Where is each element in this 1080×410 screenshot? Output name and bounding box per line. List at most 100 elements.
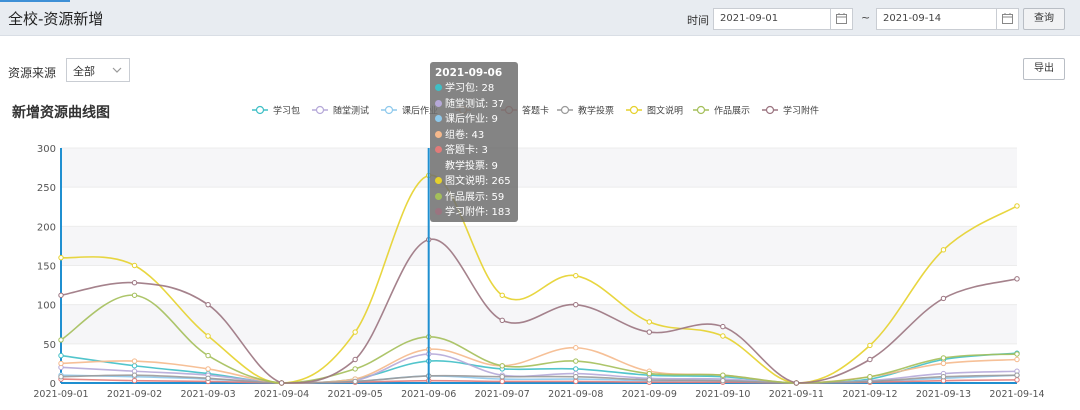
legend-label: 随堂测试: [333, 105, 369, 117]
data-point: [646, 370, 653, 377]
x-tick-label: 2021-09-05: [328, 389, 383, 400]
grid-band: [61, 148, 1017, 188]
data-point: [867, 356, 873, 363]
data-point: [205, 333, 211, 339]
legend-label: 学习包: [273, 105, 300, 117]
data-point: [867, 378, 873, 385]
legend-dot-icon: [435, 146, 442, 153]
x-tick-label: 2021-09-03: [180, 389, 235, 400]
tooltip-row: 答题卡: 3: [435, 143, 513, 159]
data-point: [940, 247, 947, 253]
data-point: [573, 378, 579, 385]
line-chart: 0501001502002503002021-09-01 2021-09-02 20…: [33, 105, 1044, 401]
data-point: [940, 374, 947, 380]
tooltip-row: 教学投票: 9: [435, 159, 513, 175]
data-point: [573, 358, 579, 364]
data-point: [58, 360, 64, 367]
data-point: [131, 262, 138, 269]
tooltip-row-label: 学习附件: 183: [445, 207, 511, 218]
data-point: [205, 366, 211, 372]
x-tick-label: 2021-09-14: [989, 389, 1044, 400]
data-point: [499, 378, 505, 385]
y-tick-label: 300: [37, 144, 56, 155]
data-point: [940, 360, 947, 367]
legend-marker: [629, 105, 639, 115]
tooltip-row-label: 图文说明: 265: [445, 176, 511, 187]
tooltip-row-label: 答题卡: 3: [445, 145, 488, 156]
x-tick-label: 2021-09-08: [548, 389, 603, 400]
x-tick-label: 2021-09-11: [769, 389, 824, 400]
y-tick-label: 200: [37, 222, 56, 233]
legend-dot-icon: [435, 84, 442, 91]
data-point: [793, 380, 800, 386]
grid-band: [61, 304, 1017, 344]
data-point: [940, 295, 947, 302]
tooltip-row-label: 学习包: 28: [445, 83, 495, 94]
data-point: [867, 342, 873, 349]
data-point: [352, 366, 358, 372]
legend-dot-icon: [435, 177, 442, 184]
data-point: [573, 374, 579, 380]
tooltip-row-label: 教学投票: 9: [445, 160, 498, 172]
legend-marker: [696, 105, 706, 115]
data-point: [131, 358, 138, 364]
data-point: [573, 366, 579, 372]
tooltip-row: 学习包: 28: [435, 81, 513, 97]
data-point: [499, 374, 505, 380]
data-point: [940, 355, 947, 361]
legend-marker: [384, 105, 394, 115]
data-point: [573, 272, 579, 279]
data-point: [58, 254, 64, 261]
data-point: [646, 319, 653, 325]
data-point: [205, 352, 211, 359]
y-tick-label: 100: [37, 301, 56, 312]
legend-label: 教学投票: [578, 105, 614, 117]
x-tick-label: 2021-09-12: [842, 389, 897, 400]
x-tick-label: 2021-09-02: [107, 389, 162, 400]
data-point: [867, 374, 873, 380]
data-point: [720, 377, 726, 384]
y-tick-label: 250: [37, 183, 56, 194]
data-point: [646, 329, 653, 335]
data-point: [352, 356, 358, 363]
data-point: [205, 301, 211, 308]
legend-marker: [765, 105, 775, 115]
x-tick-label: 2021-09-09: [622, 389, 677, 400]
legend-label: 答题卡: [522, 105, 549, 117]
data-point: [1014, 351, 1020, 357]
data-point: [499, 292, 505, 298]
x-tick-label: 2021-09-07: [475, 389, 530, 400]
x-tick-label: 2021-09-10: [695, 389, 750, 400]
legend-dot-icon: [435, 162, 442, 169]
data-point: [131, 372, 138, 378]
grid-band: [61, 226, 1017, 266]
data-point: [131, 363, 138, 369]
tooltip-row-label: 课后作业: 9: [445, 114, 498, 125]
data-point: [1014, 372, 1020, 378]
legend-dot-icon: [435, 99, 442, 107]
data-point: [1014, 356, 1020, 363]
data-point: [131, 377, 138, 384]
tooltip-row-label: 组卷: 43: [445, 129, 485, 141]
data-point: [573, 345, 579, 351]
legend-dot-icon: [435, 192, 442, 200]
legend-dot-icon: [435, 115, 442, 122]
legend-label: 学习附件: [783, 105, 819, 117]
series-line: [60, 174, 1018, 384]
data-point: [352, 378, 358, 385]
data-point: [499, 317, 505, 324]
data-point: [499, 363, 505, 369]
data-point: [720, 323, 726, 330]
data-point: [58, 292, 64, 298]
data-point: [58, 374, 64, 380]
tooltip-row: 组卷: 43: [435, 128, 513, 144]
data-point: [1014, 276, 1020, 282]
chart-tooltip: 2021-09-06 学习包: 28 随堂测试: 37 课后作业: 9 组卷: 43 答…: [430, 62, 518, 222]
y-tick-label: 50: [43, 340, 56, 351]
data-point: [352, 329, 358, 335]
legend-dot-icon: [435, 130, 442, 138]
tooltip-row: 随堂测试: 37: [435, 97, 513, 113]
x-tick-label: 2021-09-13: [916, 389, 971, 400]
x-tick-label: 2021-09-06: [401, 389, 456, 400]
data-point: [1014, 203, 1020, 209]
